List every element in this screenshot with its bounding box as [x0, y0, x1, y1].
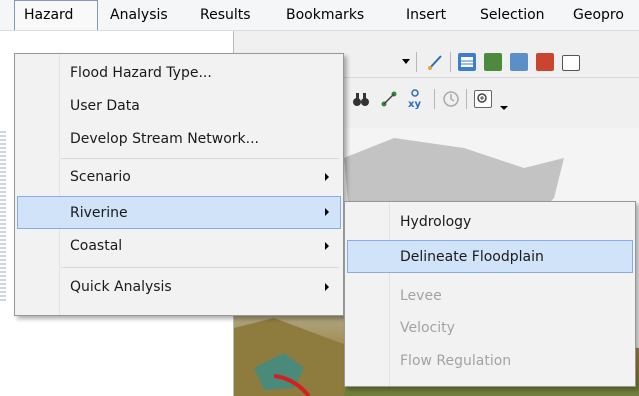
xy-icon[interactable]: xy [406, 88, 424, 110]
menu-item-user-data[interactable]: User Data [17, 90, 341, 123]
menu-item-flow-regulation[interactable]: Flow Regulation [347, 345, 633, 378]
menu-item-coastal[interactable]: Coastal [17, 230, 341, 263]
pane-splitter[interactable] [0, 131, 6, 301]
toolbar-separator [416, 52, 417, 72]
menu-item-label: Hydrology [400, 214, 472, 230]
menu-item-label: Delineate Floodplain [400, 249, 544, 265]
menu-divider [61, 158, 339, 159]
standard-toolbar [340, 47, 639, 78]
submenu-arrow-icon [325, 208, 329, 216]
window-icon[interactable] [562, 55, 580, 71]
menu-item-flood-hazard-type[interactable]: Flood Hazard Type... [17, 57, 341, 90]
menu-item-levee[interactable]: Levee [347, 280, 633, 313]
toolbar-separator [434, 89, 435, 109]
attribute-table-icon[interactable] [458, 53, 476, 71]
submenu-arrow-icon [325, 283, 329, 291]
zoom-window-icon[interactable] [474, 90, 492, 108]
menu-insert[interactable]: Insert [406, 7, 446, 23]
toolbar-separator [450, 52, 451, 72]
menu-item-quick-analysis[interactable]: Quick Analysis [17, 271, 341, 304]
menu-geoprocessing[interactable]: Geopro [573, 7, 624, 23]
hazard-menu: Flood Hazard Type... User Data Develop S… [14, 53, 344, 316]
menu-selection[interactable]: Selection [480, 7, 545, 23]
menu-item-label: Quick Analysis [70, 279, 172, 295]
menu-item-label: Develop Stream Network... [70, 131, 259, 147]
tools-toolbar: xy [340, 80, 639, 128]
menu-item-label: Flood Hazard Type... [70, 65, 212, 81]
route-icon[interactable] [380, 90, 398, 108]
toolbar-separator [466, 89, 467, 109]
menu-hazard[interactable]: Hazard [14, 0, 98, 30]
submenu-arrow-icon [325, 173, 329, 181]
toolbar-overflow-icon[interactable] [500, 106, 508, 110]
binoculars-icon[interactable] [352, 90, 370, 108]
edit-vertex-icon[interactable] [426, 53, 444, 71]
menu-item-riverine[interactable]: Riverine [17, 196, 341, 229]
menu-bar: Hazard Analysis Results Bookmarks Insert… [0, 0, 639, 31]
menu-item-develop-stream-network[interactable]: Develop Stream Network... [17, 123, 341, 156]
layer-icon[interactable] [484, 53, 502, 71]
menu-item-label: Scenario [70, 169, 131, 185]
menu-item-velocity[interactable]: Velocity [347, 312, 633, 345]
menu-hazard-label: Hazard [24, 7, 74, 23]
menu-divider [61, 267, 339, 268]
menu-item-scenario[interactable]: Scenario [17, 161, 341, 194]
menu-results[interactable]: Results [200, 7, 251, 23]
submenu-arrow-icon [325, 242, 329, 250]
dropdown-caret-icon[interactable] [402, 59, 410, 64]
catalog-icon[interactable] [510, 53, 528, 71]
svg-text:xy: xy [408, 99, 421, 110]
menu-item-label: Riverine [70, 205, 128, 221]
menu-item-hydrology[interactable]: Hydrology [347, 206, 633, 239]
menu-item-label: Levee [400, 288, 442, 304]
menu-item-label: Velocity [400, 320, 455, 336]
menu-item-label: Coastal [70, 238, 123, 254]
time-slider-icon[interactable] [442, 90, 460, 108]
toolbox-icon[interactable] [536, 53, 554, 71]
riverine-submenu: Hydrology Delineate Floodplain Levee Vel… [344, 201, 636, 387]
menu-item-label: Flow Regulation [400, 353, 512, 369]
menu-item-label: User Data [70, 98, 140, 114]
menu-analysis[interactable]: Analysis [110, 7, 168, 23]
menu-item-delineate-floodplain[interactable]: Delineate Floodplain [347, 240, 633, 273]
menu-bookmarks[interactable]: Bookmarks [286, 7, 364, 23]
